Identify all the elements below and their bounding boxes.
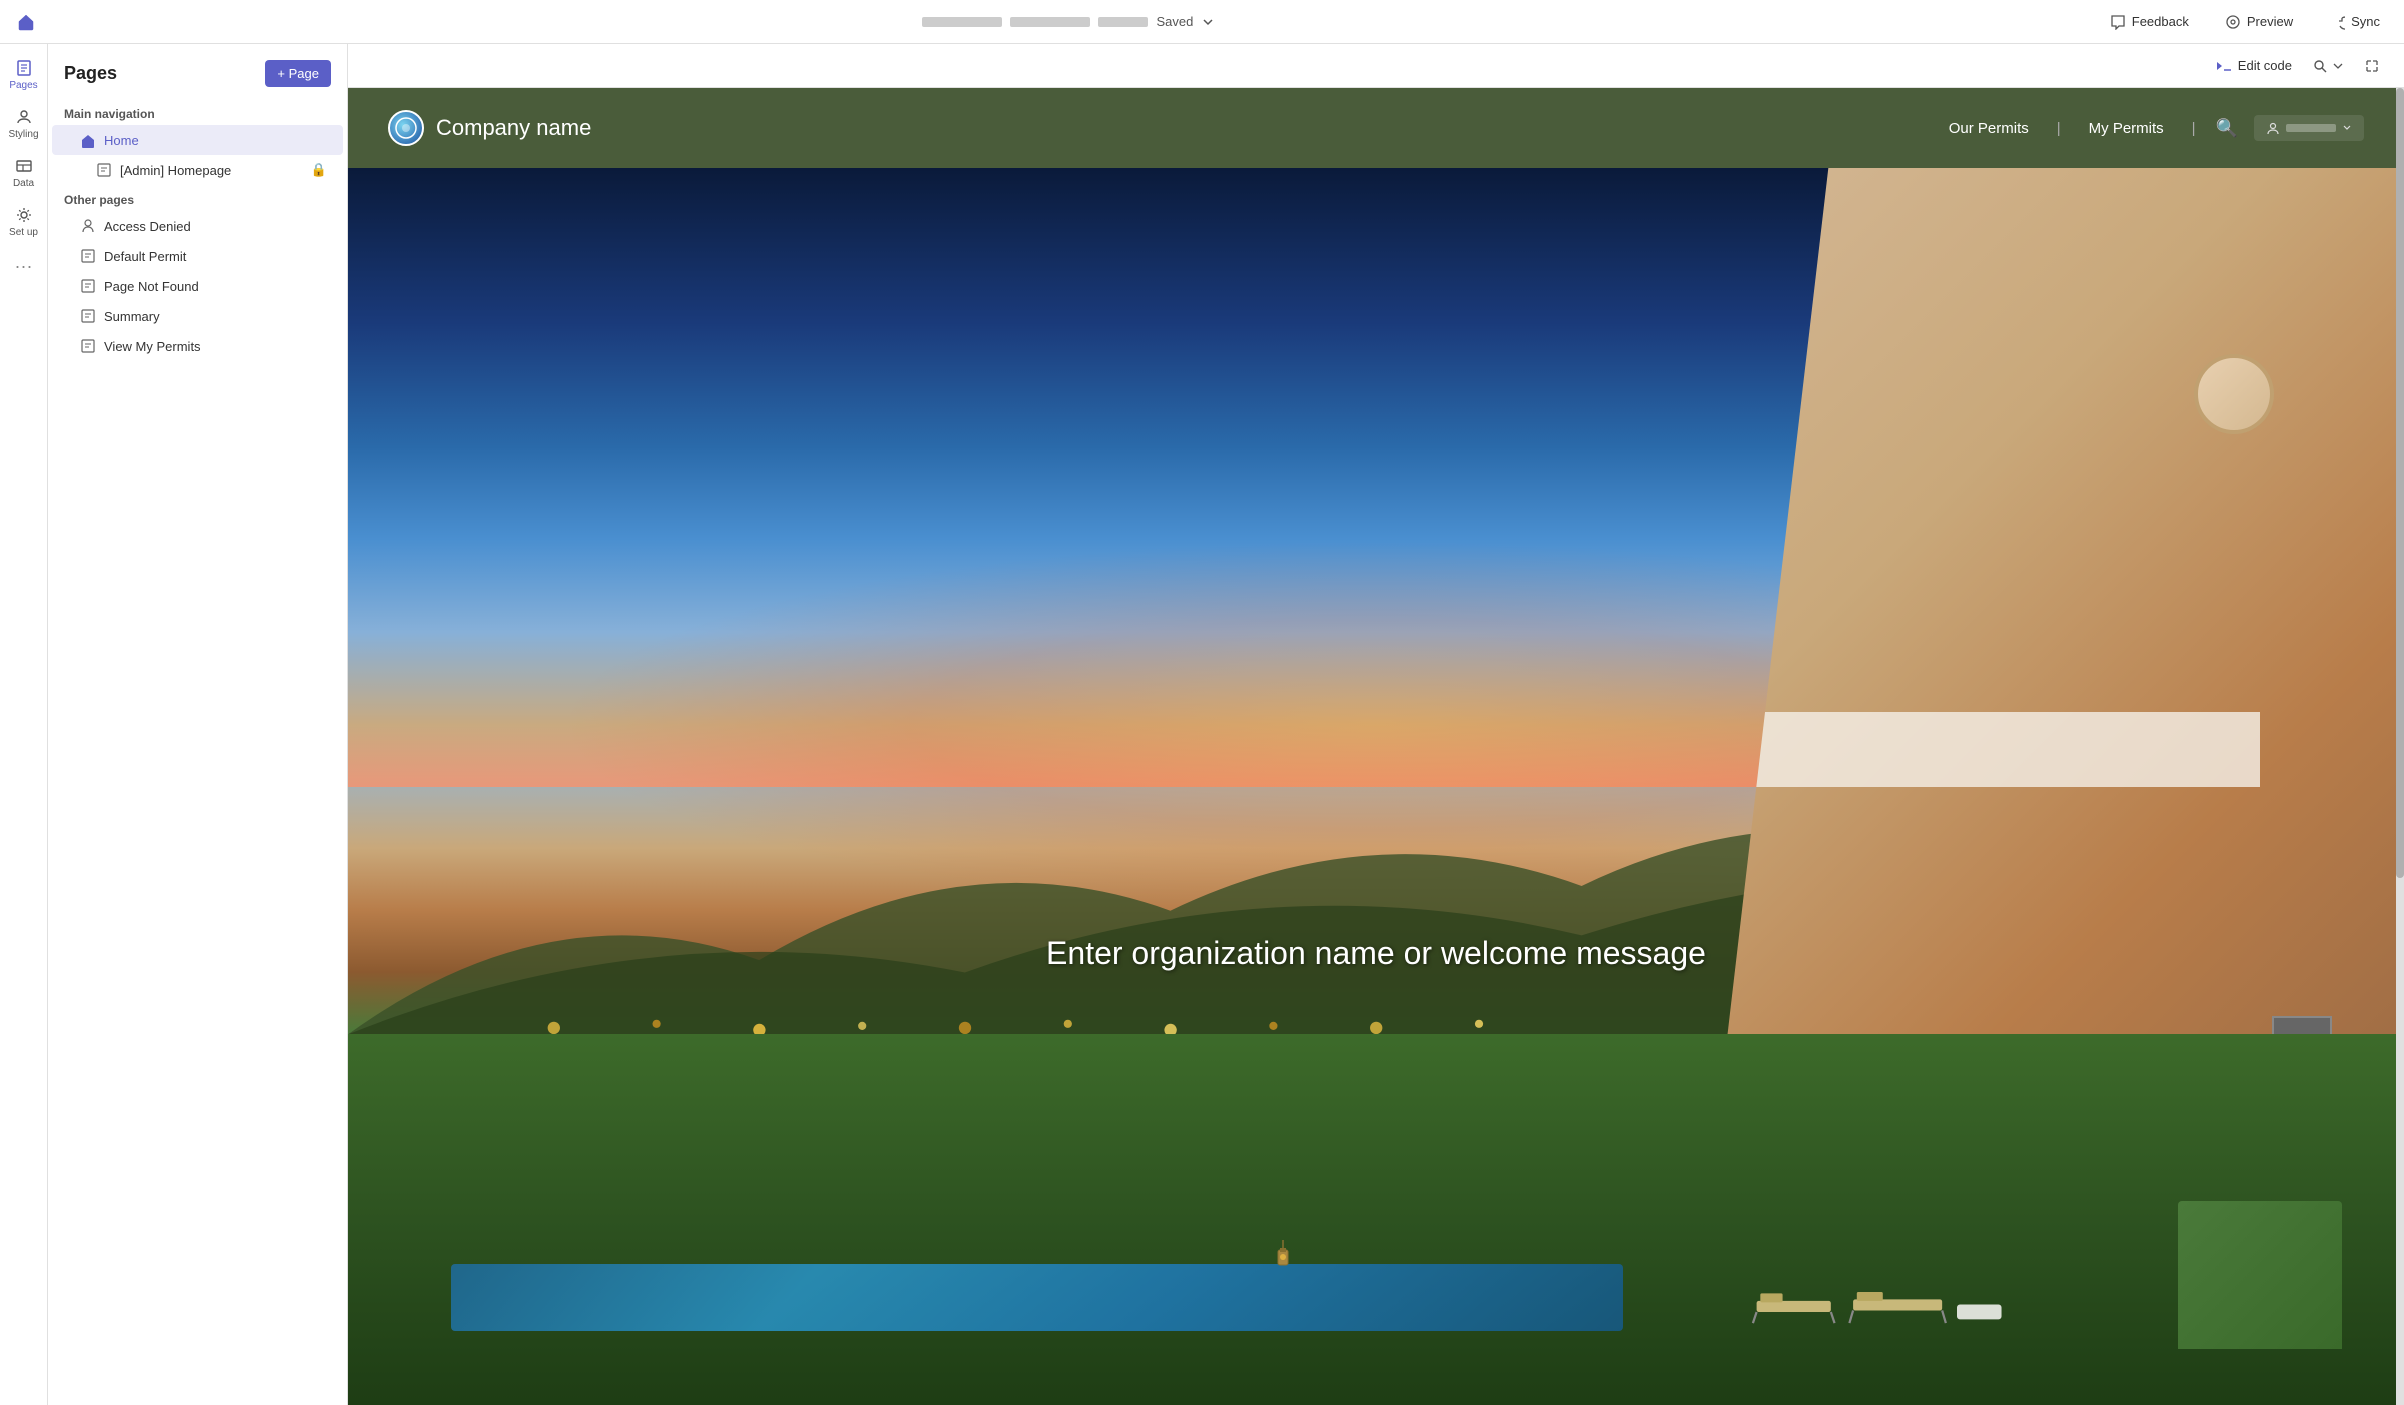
nav-link-my-permits[interactable]: My Permits <box>2073 112 2180 145</box>
top-bar-right: Feedback Preview Sync <box>2102 10 2388 34</box>
site-hero: Enter organization name or welcome messa… <box>348 168 2404 1405</box>
title-block-2 <box>1010 17 1090 27</box>
logo-icon <box>388 110 424 146</box>
more-options-icon[interactable]: ··· <box>313 132 327 148</box>
user-menu[interactable] <box>2254 115 2364 141</box>
more-icon[interactable]: ··· <box>15 256 33 277</box>
sidebar-item-setup[interactable]: Set up <box>3 199 45 244</box>
page-label-home: Home <box>104 133 305 148</box>
site-nav-links: Our Permits | My Permits | 🔍 <box>1933 110 2364 147</box>
circular-window <box>2194 354 2274 434</box>
chevron-zoom-icon <box>2332 60 2344 72</box>
nav-divider: | <box>2053 120 2065 137</box>
content-area: Edit code <box>348 44 2404 1405</box>
hero-welcome-text: Enter organization name or welcome messa… <box>348 935 2404 972</box>
hedge <box>2178 1201 2342 1349</box>
expand-icon <box>2364 58 2380 74</box>
page-item-page-not-found[interactable]: Page Not Found <box>52 271 343 301</box>
page-label-access-denied: Access Denied <box>104 219 327 234</box>
data-icon <box>14 156 34 176</box>
styling-icon <box>14 107 34 127</box>
sync-button[interactable]: Sync <box>2321 10 2388 34</box>
vscode-icon <box>2216 58 2232 74</box>
main-nav-title: Main navigation <box>48 99 347 125</box>
title-block-1 <box>922 17 1002 27</box>
user-name-blur <box>2286 124 2336 132</box>
access-denied-icon <box>80 218 96 234</box>
lantern-svg <box>1273 1240 1293 1275</box>
sync-icon <box>2329 14 2345 30</box>
top-bar-left <box>16 12 36 32</box>
setup-icon <box>14 205 34 225</box>
content-toolbar: Edit code <box>348 44 2404 88</box>
chevron-down-icon[interactable] <box>1201 15 1215 29</box>
page-label-admin-homepage: [Admin] Homepage <box>120 163 303 178</box>
page-item-access-denied[interactable]: Access Denied <box>52 211 343 241</box>
hero-lawn <box>348 1034 2404 1405</box>
page-item-default-permit[interactable]: Default Permit <box>52 241 343 271</box>
company-name: Company name <box>436 115 591 141</box>
add-page-button[interactable]: + Page <box>265 60 331 87</box>
page-label-summary: Summary <box>104 309 327 324</box>
icon-sidebar: Pages Styling Data Set up ··· <box>0 44 48 1405</box>
awning <box>1684 712 2260 786</box>
preview-frame: Company name Our Permits | My Permits | … <box>348 88 2404 1405</box>
other-pages-title: Other pages <box>48 185 347 211</box>
pages-icon <box>14 58 34 78</box>
pages-panel-title: Pages <box>64 63 117 84</box>
home-page-icon <box>80 132 96 148</box>
admin-page-icon <box>96 162 112 178</box>
sidebar-item-styling[interactable]: Styling <box>3 101 45 146</box>
nav-divider-2: | <box>2188 120 2200 137</box>
view-my-permits-icon <box>80 338 96 354</box>
search-icon[interactable]: 🔍 <box>2208 110 2246 147</box>
title-block-3 <box>1098 17 1148 27</box>
page-label-default-permit: Default Permit <box>104 249 327 264</box>
expand-button[interactable] <box>2356 54 2388 78</box>
sidebar-item-pages[interactable]: Pages <box>3 52 45 97</box>
page-item-admin-homepage[interactable]: [Admin] Homepage 🔒 <box>52 155 343 185</box>
default-permit-icon <box>80 248 96 264</box>
site-nav: Company name Our Permits | My Permits | … <box>348 88 2404 168</box>
home-icon[interactable] <box>16 12 36 32</box>
main-layout: Pages Styling Data Set up ··· <box>0 44 2404 1405</box>
hero-pool <box>451 1264 1623 1331</box>
page-label-view-my-permits: View My Permits <box>104 339 327 354</box>
zoom-icon <box>2312 58 2328 74</box>
pages-panel: Pages + Page Main navigation Home ··· [A… <box>48 44 348 1405</box>
sidebar-item-data[interactable]: Data <box>3 150 45 195</box>
pages-panel-header: Pages + Page <box>48 44 347 99</box>
preview-button[interactable]: Preview <box>2217 10 2301 34</box>
page-item-view-my-permits[interactable]: View My Permits <box>52 331 343 361</box>
user-chevron-icon <box>2342 123 2352 133</box>
site-preview: Company name Our Permits | My Permits | … <box>348 88 2404 1405</box>
top-bar-center: Saved <box>922 14 1215 29</box>
preview-scrollbar[interactable] <box>2396 88 2404 1405</box>
page-item-home[interactable]: Home ··· <box>52 125 343 155</box>
zoom-control[interactable] <box>2312 58 2344 74</box>
page-item-summary[interactable]: Summary <box>52 301 343 331</box>
summary-icon <box>80 308 96 324</box>
scrollbar-thumb <box>2396 88 2404 878</box>
site-logo: Company name <box>388 110 1909 146</box>
user-icon <box>2266 121 2280 135</box>
feedback-button[interactable]: Feedback <box>2102 10 2197 34</box>
lantern <box>1273 1240 1293 1275</box>
edit-code-button[interactable]: Edit code <box>2208 54 2300 78</box>
nav-link-our-permits[interactable]: Our Permits <box>1933 112 2045 145</box>
logo-svg <box>394 116 418 140</box>
page-label-page-not-found: Page Not Found <box>104 279 327 294</box>
preview-icon <box>2225 14 2241 30</box>
top-bar: Saved Feedback Preview Sync <box>0 0 2404 44</box>
feedback-icon <box>2110 14 2126 30</box>
page-not-found-icon <box>80 278 96 294</box>
saved-badge: Saved <box>1156 14 1193 29</box>
lock-icon: 🔒 <box>311 162 327 178</box>
